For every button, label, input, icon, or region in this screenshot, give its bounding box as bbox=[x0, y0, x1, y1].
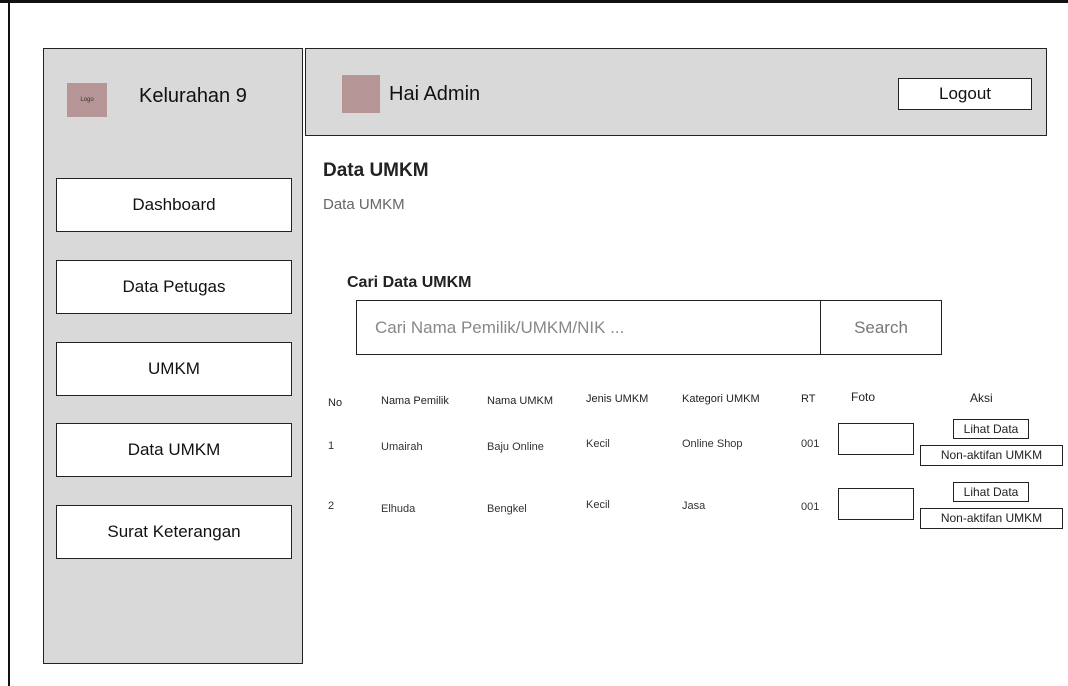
column-header-rt: RT bbox=[801, 393, 816, 405]
cell-nama-pemilik: Umairah bbox=[381, 441, 423, 453]
column-header-jenis-umkm: Jenis UMKM bbox=[586, 393, 649, 405]
logout-label: Logout bbox=[939, 84, 991, 103]
cell-rt: 001 bbox=[801, 438, 820, 450]
greeting: Hai Admin bbox=[389, 83, 481, 105]
cell-nama-umkm: Baju Online bbox=[487, 441, 544, 453]
lihat-data-label: Lihat Data bbox=[963, 485, 1019, 499]
cell-nama-umkm: Bengkel bbox=[487, 503, 527, 515]
brand-title: Kelurahan 9 bbox=[139, 85, 247, 107]
nonaktifkan-umkm-button[interactable]: Non-aktifan UMKM bbox=[920, 445, 1063, 466]
photo-placeholder bbox=[838, 488, 914, 520]
column-header-no: No bbox=[328, 397, 343, 409]
sidebar-item-data-petugas[interactable]: Data Petugas bbox=[56, 260, 292, 314]
sidebar-item-label: Data Petugas bbox=[122, 277, 226, 296]
column-header-foto: Foto bbox=[851, 390, 876, 404]
header: Hai Admin Logout bbox=[305, 48, 1047, 136]
sidebar-item-label: Surat Keterangan bbox=[107, 522, 241, 541]
cell-jenis-umkm: Kecil bbox=[586, 499, 610, 511]
sidebar-item-label: Data UMKM bbox=[127, 440, 221, 459]
logo-text: Logo bbox=[80, 97, 94, 103]
cell-nama-pemilik: Elhuda bbox=[381, 503, 416, 515]
logout-button[interactable]: Logout bbox=[898, 78, 1032, 110]
sidebar-item-dashboard[interactable]: Dashboard bbox=[56, 178, 292, 232]
column-header-aksi: Aksi bbox=[970, 391, 993, 405]
sidebar: Logo Kelurahan 9 Dashboard Data Petugas … bbox=[43, 48, 303, 664]
nonaktifkan-umkm-label: Non-aktifan UMKM bbox=[940, 448, 1043, 462]
cell-jenis-umkm: Kecil bbox=[586, 438, 610, 450]
page-title: Data UMKM bbox=[323, 160, 429, 181]
sidebar-item-surat-keterangan[interactable]: Surat Keterangan bbox=[56, 505, 292, 559]
top-border bbox=[0, 0, 1068, 3]
cell-rt: 001 bbox=[801, 501, 820, 513]
search-button[interactable]: Search bbox=[820, 300, 942, 355]
logo: Logo bbox=[67, 83, 107, 117]
left-border bbox=[8, 3, 10, 686]
column-header-nama-pemilik: Nama Pemilik bbox=[381, 395, 449, 407]
lihat-data-button[interactable]: Lihat Data bbox=[953, 482, 1029, 502]
cell-kategori-umkm: Jasa bbox=[682, 500, 706, 512]
photo-placeholder bbox=[838, 423, 914, 455]
lihat-data-label: Lihat Data bbox=[963, 422, 1019, 436]
brand: Logo Kelurahan 9 bbox=[44, 49, 302, 139]
breadcrumb: Data UMKM bbox=[323, 196, 405, 213]
search-title: Cari Data UMKM bbox=[347, 274, 472, 291]
sidebar-item-label: UMKM bbox=[148, 359, 200, 378]
lihat-data-button[interactable]: Lihat Data bbox=[953, 419, 1029, 439]
avatar bbox=[342, 75, 380, 113]
column-header-kategori-umkm: Kategori UMKM bbox=[682, 393, 760, 405]
sidebar-item-data-umkm[interactable]: Data UMKM bbox=[56, 423, 292, 477]
search-input[interactable] bbox=[356, 300, 821, 355]
sidebar-item-label: Dashboard bbox=[132, 195, 216, 214]
cell-kategori-umkm: Online Shop bbox=[682, 438, 743, 450]
search-button-label: Search bbox=[854, 317, 908, 337]
cell-no: 1 bbox=[328, 440, 335, 452]
nonaktifkan-umkm-button[interactable]: Non-aktifan UMKM bbox=[920, 508, 1063, 529]
sidebar-item-umkm[interactable]: UMKM bbox=[56, 342, 292, 396]
column-header-nama-umkm: Nama UMKM bbox=[487, 395, 554, 407]
nonaktifkan-umkm-label: Non-aktifan UMKM bbox=[940, 511, 1043, 525]
cell-no: 2 bbox=[328, 500, 335, 512]
